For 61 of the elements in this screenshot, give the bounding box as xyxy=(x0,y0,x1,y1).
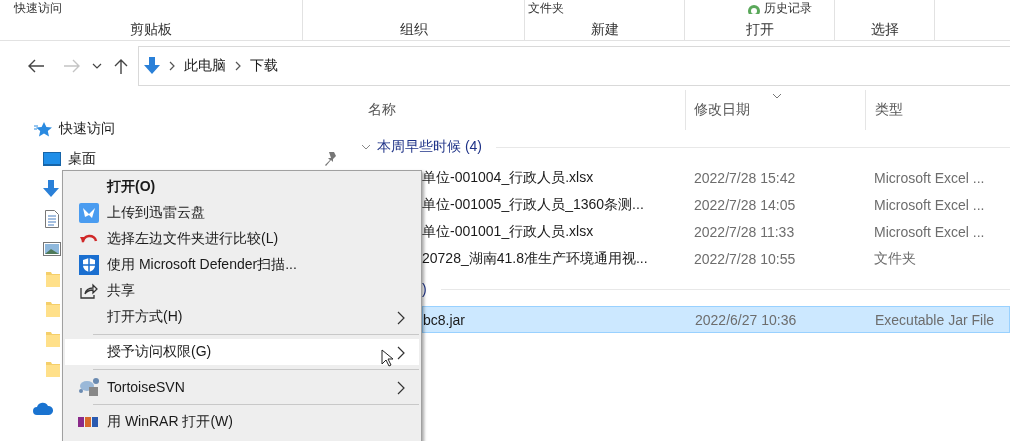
back-arrow-icon[interactable] xyxy=(27,58,45,73)
file-type: Microsoft Excel ... xyxy=(873,169,985,186)
modified-date: 2022/7/28 10:55 xyxy=(693,250,796,267)
ribbon-group-label: 新建 xyxy=(589,20,620,38)
collapse-chevron-icon[interactable] xyxy=(361,142,371,152)
menu-item[interactable]: TortoiseSVN xyxy=(65,374,419,400)
sidebar-item[interactable]: 桌面 xyxy=(68,150,96,168)
column-header[interactable]: 类型 xyxy=(875,101,903,119)
group-header[interactable]: 本周早些时候 (4) xyxy=(377,138,482,156)
menu-item[interactable]: 授予访问权限(G) xyxy=(65,339,419,365)
group-header[interactable]: ) xyxy=(422,281,427,297)
file-name: bc8.jar xyxy=(423,311,466,328)
file-name: 20728_湖南41.8准生产环境通用视... xyxy=(422,249,648,268)
breadcrumb-item[interactable]: 下载 xyxy=(250,56,278,75)
modified-date: 2022/7/28 11:33 xyxy=(693,223,795,240)
ribbon-group-label: 剪贴板 xyxy=(129,20,173,38)
undo-arrow-icon xyxy=(80,233,98,245)
file-type: Executable Jar File xyxy=(874,311,995,328)
breadcrumb-chevron-icon[interactable] xyxy=(168,60,176,71)
ribbon-button-label[interactable]: 文件夹 xyxy=(528,2,564,14)
address-bar[interactable]: 此电脑 下载 xyxy=(138,45,1010,86)
up-arrow-icon[interactable] xyxy=(114,57,128,74)
menu-item[interactable]: 用 WinRAR 打开(W) xyxy=(65,409,419,435)
cursor-icon xyxy=(381,349,393,367)
history-icon xyxy=(747,4,761,14)
shield-icon xyxy=(79,255,99,275)
column-header[interactable]: 名称 xyxy=(368,101,396,119)
menu-item[interactable]: 使用 Microsoft Defender扫描... xyxy=(65,252,419,278)
menu-item[interactable]: 共享 xyxy=(65,278,419,304)
modified-date: 2022/7/28 15:42 xyxy=(693,169,796,186)
dropdown-chevron-icon[interactable] xyxy=(92,62,102,69)
desktop-icon xyxy=(43,152,61,166)
cloud-icon[interactable] xyxy=(33,401,53,415)
breadcrumb-item[interactable]: 此电脑 xyxy=(184,56,226,75)
file-name: 单位-001005_行政人员_1360条测... xyxy=(422,195,644,214)
modified-date: 2022/6/27 10:36 xyxy=(694,311,797,328)
sidebar-item[interactable]: 快速访问 xyxy=(59,120,115,138)
selected-row-highlight[interactable]: bc8.jar 2022/6/27 10:36 Executable Jar File xyxy=(422,306,1010,333)
ribbon-group-label: 打开 xyxy=(744,20,775,38)
file-type: Microsoft Excel ... xyxy=(873,223,985,240)
menu-item[interactable]: 打开方式(H) xyxy=(65,304,419,330)
menu-item[interactable]: 打开(O) xyxy=(65,174,419,200)
share-icon xyxy=(80,283,98,299)
image-icon[interactable] xyxy=(43,242,61,256)
download-icon xyxy=(144,56,160,75)
breadcrumb-chevron-icon[interactable] xyxy=(234,60,242,71)
star-icon xyxy=(34,121,52,137)
download-icon[interactable] xyxy=(43,180,59,198)
ribbon-group-label: 选择 xyxy=(869,20,900,38)
file-name: 单位-001004_行政人员.xlsx xyxy=(422,168,594,187)
file-type: Microsoft Excel ... xyxy=(873,196,985,213)
document-icon[interactable] xyxy=(45,210,59,228)
menu-item[interactable]: 上传到迅雷云盘 xyxy=(65,200,419,226)
modified-date: 2022/7/28 14:05 xyxy=(693,196,796,213)
ribbon-button-label[interactable]: 历史记录 xyxy=(764,2,812,14)
file-type: 文件夹 xyxy=(873,249,916,268)
ribbon-group-label: 组织 xyxy=(398,20,429,38)
ribbon-button-label[interactable]: 快速访问 xyxy=(14,2,62,14)
column-header[interactable]: 修改日期 xyxy=(694,101,750,119)
menu-item[interactable]: 选择左边文件夹进行比较(L) xyxy=(65,226,419,252)
file-name: 单位-001001_行政人员.xlsx xyxy=(422,222,594,241)
